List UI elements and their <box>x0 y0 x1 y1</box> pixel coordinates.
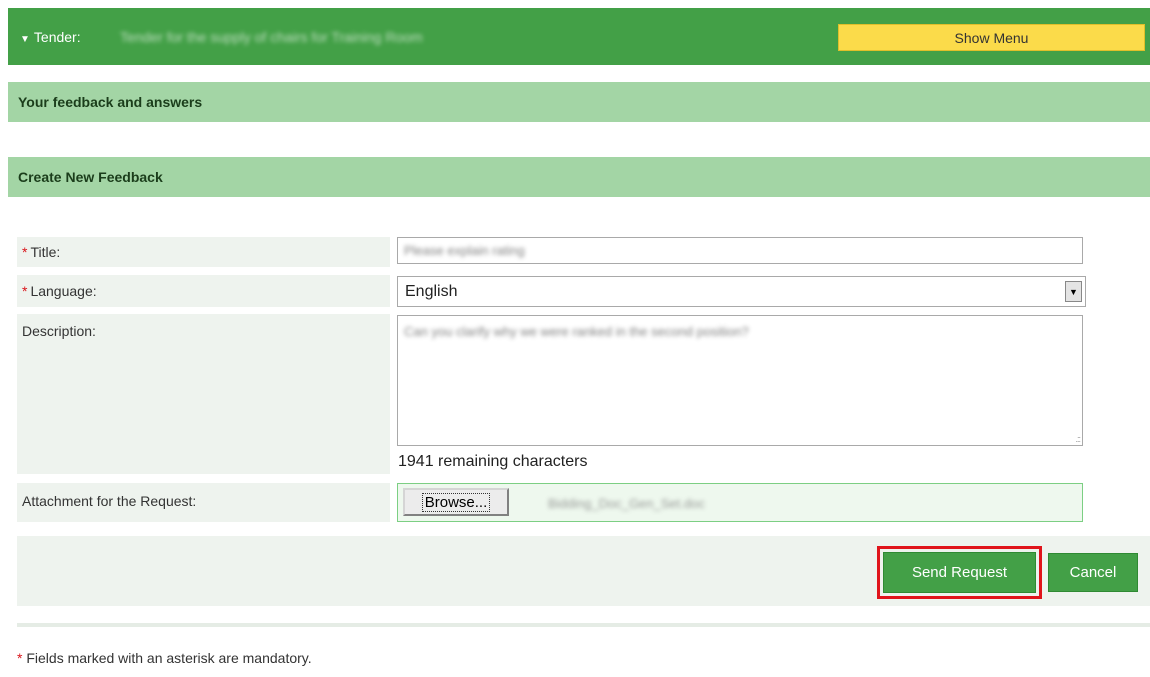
section-create-feedback: Create New Feedback <box>8 157 1150 197</box>
dropdown-arrow-icon[interactable]: ▼ <box>1065 281 1082 302</box>
cancel-button[interactable]: Cancel <box>1048 553 1138 592</box>
attachment-label-cell: Attachment for the Request: <box>17 483 390 522</box>
browse-label: Browse... <box>421 492 491 512</box>
description-label: Description: <box>22 323 96 339</box>
language-select[interactable]: English ▼ <box>397 276 1086 307</box>
resize-grip-icon[interactable]: .:: <box>1075 434 1080 444</box>
description-textarea[interactable]: Can you clarify why we were ranked in th… <box>397 315 1083 446</box>
mandatory-note-text: Fields marked with an asterisk are manda… <box>26 650 312 666</box>
chevron-down-icon: ▼ <box>20 34 30 45</box>
description-label-cell: Description: <box>17 314 390 474</box>
divider <box>17 623 1150 627</box>
send-request-button[interactable]: Send Request <box>883 552 1036 593</box>
mandatory-fields-note: * Fields marked with an asterisk are man… <box>17 650 312 666</box>
title-label: Title: <box>30 244 61 260</box>
language-label: Language: <box>30 283 97 299</box>
show-menu-button[interactable]: Show Menu <box>838 24 1145 51</box>
tender-header-bar: ▼ Tender: Tender for the supply of chairs… <box>8 8 1150 65</box>
attachment-field: Browse... Bidding_Doc_Gen_Set.doc <box>397 483 1083 522</box>
title-input[interactable]: Please explain rating <box>397 237 1083 264</box>
tender-name: Tender for the supply of chairs for Trai… <box>120 29 423 45</box>
title-label-cell: * Title: <box>17 237 390 267</box>
description-value: Can you clarify why we were ranked in th… <box>404 324 749 339</box>
required-marker: * <box>22 283 28 299</box>
tender-label: Tender: <box>33 29 81 45</box>
remaining-characters: 1941 remaining characters <box>398 453 588 470</box>
required-marker: * <box>22 244 28 260</box>
required-marker: * <box>17 650 23 666</box>
browse-button[interactable]: Browse... <box>403 488 509 516</box>
attachment-label: Attachment for the Request: <box>22 493 197 509</box>
language-label-cell: * Language: <box>17 275 390 307</box>
section-feedback-answers: Your feedback and answers <box>8 82 1150 122</box>
title-value: Please explain rating <box>404 243 525 258</box>
language-selected-value: English <box>405 283 458 300</box>
tender-toggle[interactable]: ▼ Tender: <box>20 29 81 45</box>
attachment-file-name: Bidding_Doc_Gen_Set.doc <box>548 496 705 511</box>
